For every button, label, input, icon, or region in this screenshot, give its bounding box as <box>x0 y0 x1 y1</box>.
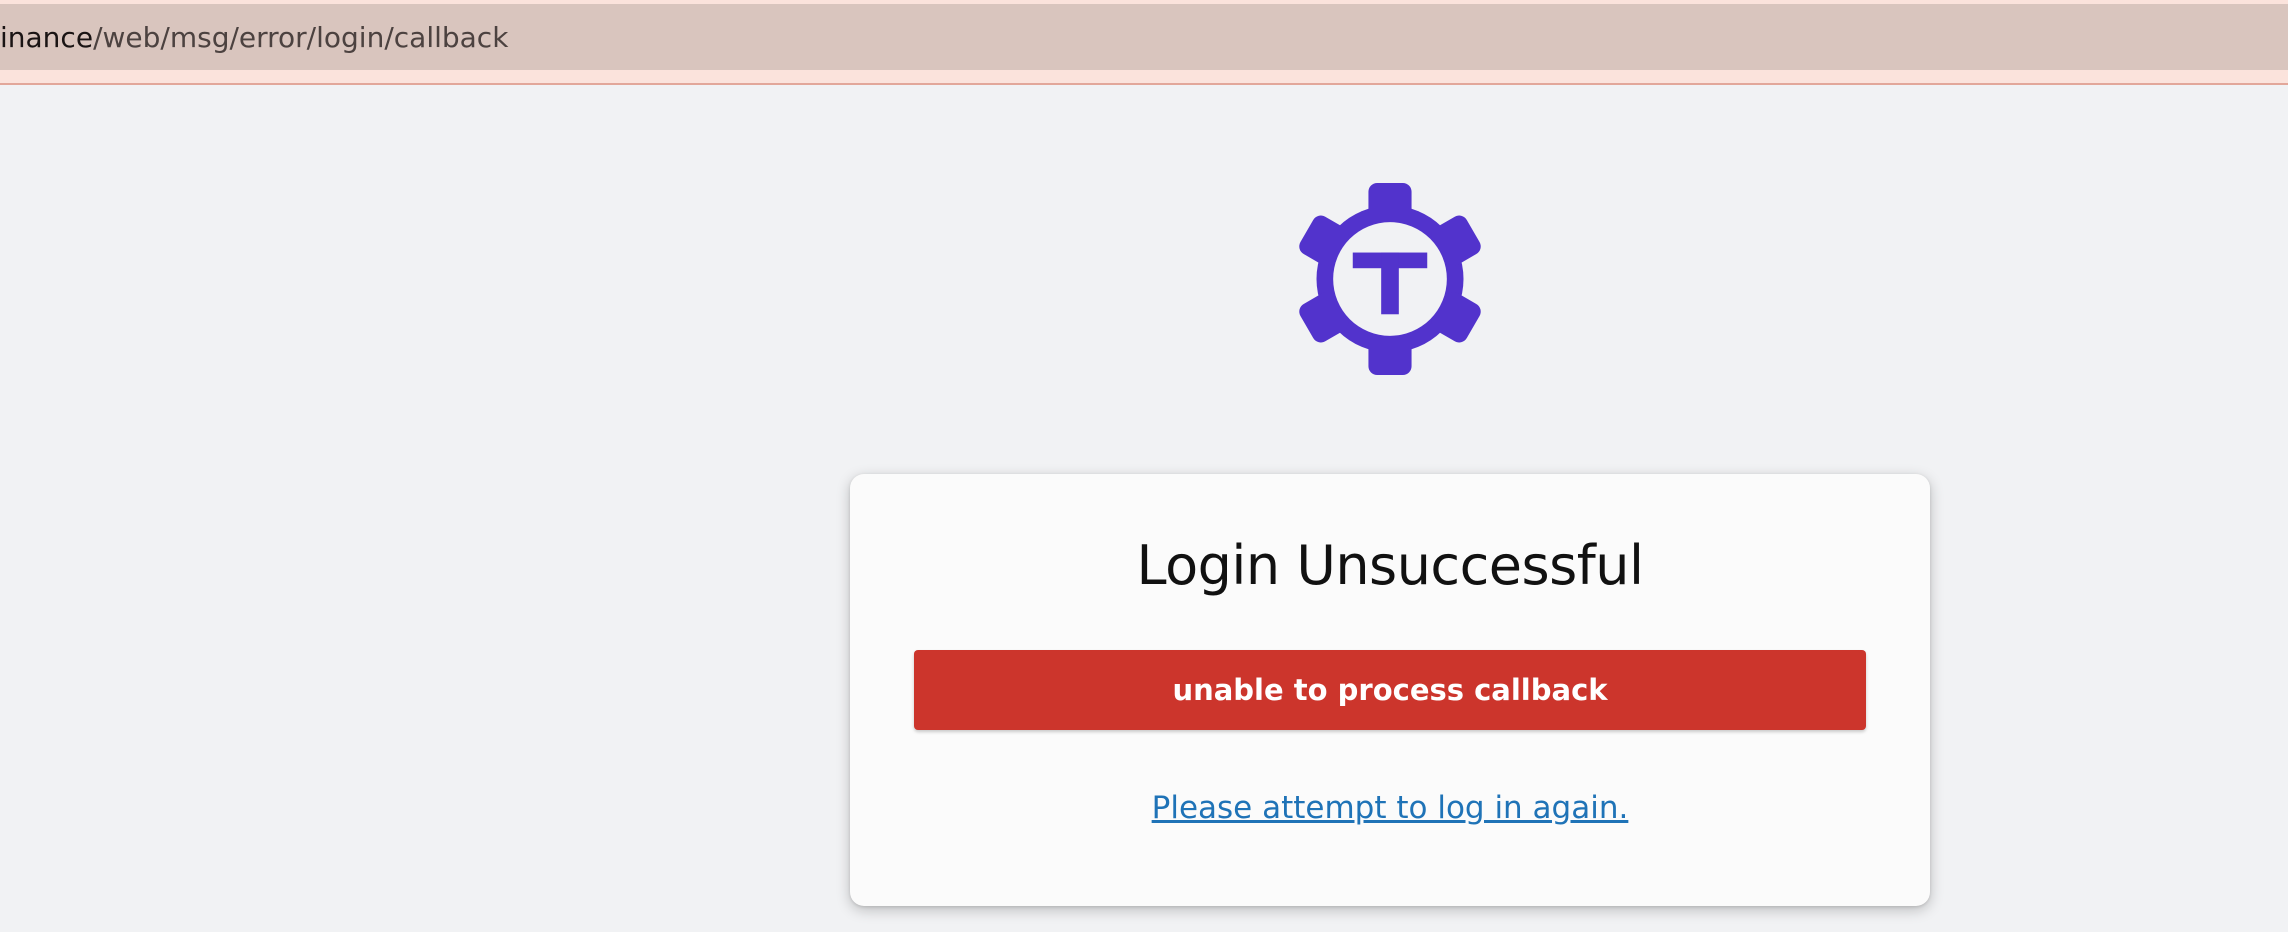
login-error-card: Login Unsuccessful unable to process cal… <box>850 474 1930 906</box>
url-field[interactable]: inance/web/msg/error/login/callback <box>0 4 2288 70</box>
error-alert: unable to process callback <box>914 650 1866 730</box>
url-path: /web/msg/error/login/callback <box>93 20 509 54</box>
retry-login-link[interactable]: Please attempt to log in again. <box>850 790 1930 826</box>
browser-address-bar: inance/web/msg/error/login/callback <box>0 0 2288 85</box>
url-host: inance <box>0 20 94 54</box>
gear-t-logo-icon <box>1292 181 1488 377</box>
page-title: Login Unsuccessful <box>1136 534 1644 597</box>
